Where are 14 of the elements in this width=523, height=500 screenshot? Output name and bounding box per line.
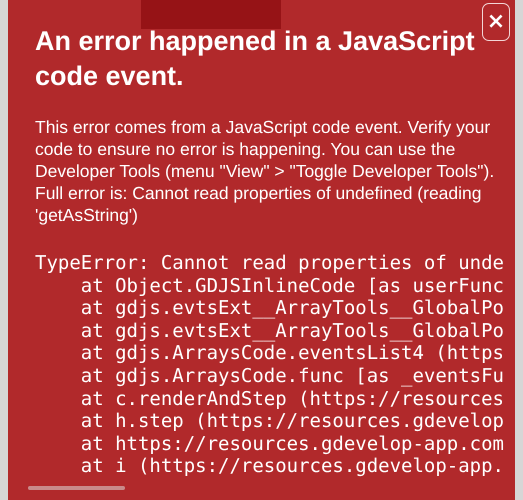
stack-frame: at c.renderAndStep (https://resources [80,388,504,410]
stack-frame: at Object.GDJSInlineCode [as userFunc [80,274,504,298]
error-description: This error comes from a JavaScript code event. Verify your code to ensure no error is happening. You can use the Developer Tools (menu "View" > "Toggle Developer Tools"). Full error is: Cannot read properties of undefined (reading 'getAsString') [35,116,496,226]
stack-frame: at gdjs.evtsExt__ArrayTools__GlobalPo [80,297,504,320]
close-button[interactable]: × [482,3,510,41]
stack-frame: at https://resources.gdevelop-app.com [80,432,504,456]
error-message: TypeError: Cannot read properties of unde [35,252,504,275]
stack-frame: at i (https://resources.gdevelop-app. [80,455,504,478]
stack-frame: at h.step (https://resources.gdevelop [80,410,504,433]
stack-frame: at gdjs.evtsExt__ArrayTools__GlobalPo [80,320,504,342]
dialog-title: An error happened in a JavaScript code event. [35,25,476,93]
stack-frame: at gdjs.ArraysCode.func [as _eventsFu [80,364,504,388]
stack-frame: at gdjs.ArraysCode.eventsList4 (https [80,342,504,365]
scrollbar-thumb[interactable] [28,486,125,490]
